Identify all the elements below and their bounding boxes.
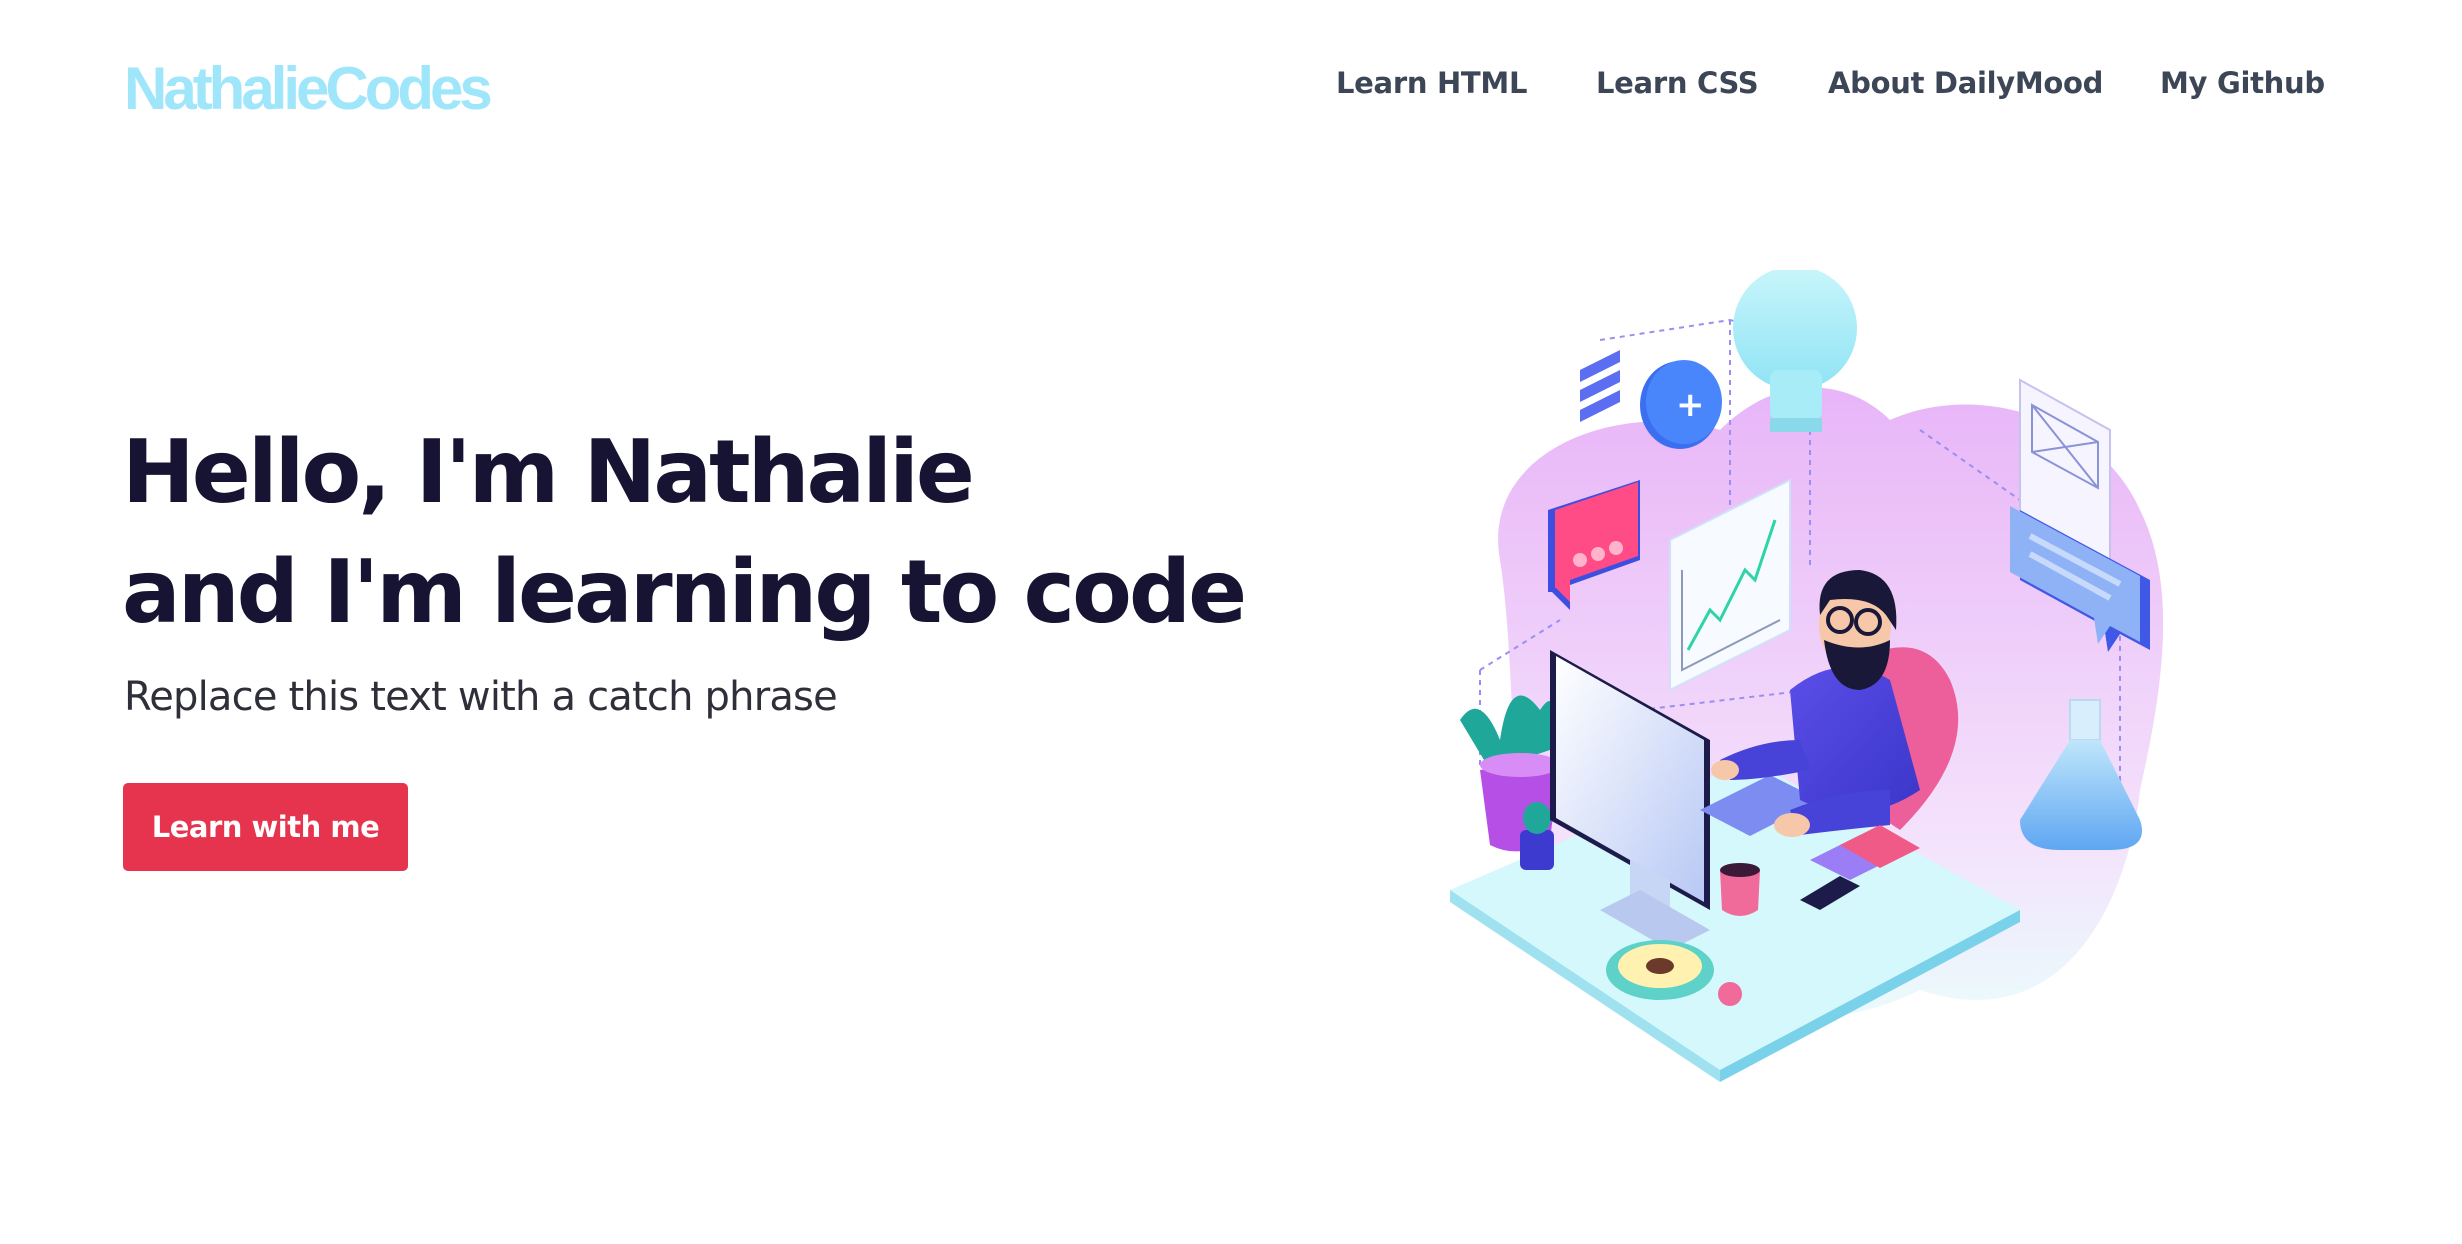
nav-my-github[interactable]: My Github bbox=[2160, 66, 2325, 100]
hero-subtitle: Replace this text with a catch phrase bbox=[124, 674, 838, 720]
learn-with-me-button[interactable]: Learn with me bbox=[123, 783, 408, 871]
svg-text:+: + bbox=[1676, 385, 1705, 425]
hero-title-line-2: and I'm learning to code bbox=[122, 541, 1247, 643]
layers-icon bbox=[1580, 350, 1620, 422]
cactus-icon bbox=[1520, 802, 1554, 870]
nav-learn-css[interactable]: Learn CSS bbox=[1596, 66, 1759, 100]
coffee-mug-icon bbox=[1720, 863, 1760, 916]
nav-learn-html[interactable]: Learn HTML bbox=[1336, 66, 1527, 100]
hero-title-line-1: Hello, I'm Nathalie bbox=[122, 421, 975, 523]
hero-title: Hello, I'm Nathalie and I'm learning to … bbox=[122, 412, 1247, 652]
nav-about-dailymood[interactable]: About DailyMood bbox=[1828, 66, 2103, 100]
developer-workspace-illustration: + bbox=[1450, 270, 2164, 1082]
main-nav: Learn HTML Learn CSS About DailyMood My … bbox=[0, 66, 2462, 110]
